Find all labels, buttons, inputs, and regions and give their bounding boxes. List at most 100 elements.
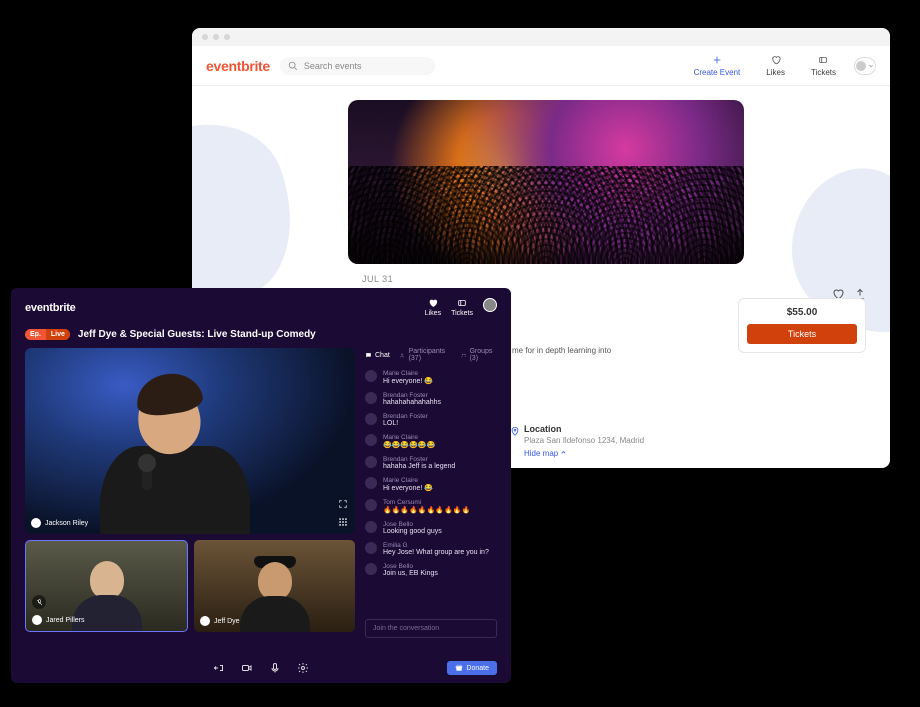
- mic-icon: [269, 662, 281, 674]
- chat-input[interactable]: Join the conversation: [365, 619, 497, 638]
- account-menu[interactable]: [854, 57, 876, 75]
- avatar-icon: [200, 616, 210, 626]
- users-icon: [400, 352, 406, 359]
- live-toolbar: [11, 653, 511, 683]
- chat-author: Jose Bello: [383, 563, 438, 570]
- grid-button[interactable]: [337, 516, 349, 528]
- chat-text: Hi everyone! 😂: [383, 377, 433, 385]
- main-video[interactable]: Jackson Riley: [25, 348, 355, 534]
- chat-message: Marie ClaireHi everyone! 😂: [365, 370, 497, 385]
- leave-button[interactable]: [212, 661, 226, 675]
- search-input[interactable]: Search events: [280, 57, 435, 75]
- traffic-light-min[interactable]: [213, 34, 219, 40]
- nav-tickets[interactable]: Tickets: [803, 54, 844, 77]
- location-address: Plaza San Ildefonso 1234, Madrid: [524, 436, 644, 445]
- avatar-icon: [365, 456, 377, 468]
- chat-author: Brendan Foster: [383, 392, 441, 399]
- chat-message: Jose BelloJoin us, EB Kings: [365, 563, 497, 577]
- chat-text: hahaha Jeff is a legend: [383, 463, 455, 470]
- nav-likes-label: Likes: [425, 310, 441, 317]
- exit-icon: [213, 662, 225, 674]
- chat-author: Brendan Foster: [383, 413, 428, 420]
- map-pin-icon: [510, 426, 520, 436]
- gift-icon: [455, 664, 463, 672]
- nav-likes[interactable]: Likes: [758, 54, 793, 77]
- chat-text: hahahahahahahhs: [383, 399, 441, 406]
- gear-icon: [297, 662, 309, 674]
- chat-author: Jose Bello: [383, 521, 442, 528]
- chat-author: Marie Claire: [383, 434, 435, 441]
- event-hero-image: [348, 100, 744, 264]
- participant-video[interactable]: Jeff Dye: [194, 540, 355, 632]
- account-menu[interactable]: [483, 298, 497, 317]
- nav-create-label: Create Event: [694, 68, 741, 77]
- tab-chat[interactable]: Chat: [365, 348, 390, 362]
- heart-icon: [770, 54, 782, 66]
- chat-message: Brendan Fosterhahahahahahahhs: [365, 392, 497, 406]
- nav-tickets-label: Tickets: [451, 310, 473, 317]
- tickets-button[interactable]: Tickets: [747, 324, 857, 344]
- chat-text: Hi everyone! 😂: [383, 484, 433, 492]
- camera-button[interactable]: [240, 661, 254, 675]
- chat-text: Join us, EB Kings: [383, 570, 438, 577]
- heart-icon: [428, 298, 438, 308]
- event-description: me for in depth learning into: [512, 346, 712, 355]
- mute-indicator: [32, 595, 46, 609]
- nav-tickets[interactable]: Tickets: [451, 298, 473, 317]
- avatar-icon: [365, 477, 377, 489]
- grid-icon: [338, 517, 348, 527]
- avatar-icon: [365, 542, 377, 554]
- search-placeholder: Search events: [304, 61, 362, 71]
- avatar-icon: [365, 499, 377, 511]
- avatar-icon: [365, 413, 377, 425]
- donate-button[interactable]: Donate: [447, 661, 497, 675]
- badge-live: Live: [46, 329, 70, 340]
- nav-likes-label: Likes: [766, 68, 785, 77]
- chevron-down-icon: [868, 63, 874, 69]
- traffic-light-max[interactable]: [224, 34, 230, 40]
- event-date: JUL 31: [362, 274, 866, 284]
- avatar-icon: [365, 370, 377, 382]
- avatar-icon: [856, 61, 866, 71]
- nav-create-event[interactable]: Create Event: [686, 54, 749, 77]
- stream-title: Jeff Dye & Special Guests: Live Stand-up…: [78, 329, 316, 340]
- chevron-up-icon: [560, 449, 567, 456]
- settings-button[interactable]: [296, 661, 310, 675]
- avatar-icon: [32, 615, 42, 625]
- avatar-icon: [365, 521, 377, 533]
- chat-text: LOL!: [383, 420, 428, 427]
- chat-author: Marie Claire: [383, 370, 433, 377]
- eventbrite-logo[interactable]: eventbrite: [25, 302, 76, 314]
- traffic-light-close[interactable]: [202, 34, 208, 40]
- badge-episode: Ep.: [25, 329, 46, 340]
- mic-off-icon: [36, 599, 43, 606]
- chat-message: Jose BelloLooking good guys: [365, 521, 497, 535]
- eventbrite-logo[interactable]: eventbrite: [206, 58, 270, 74]
- location-label: Location: [524, 424, 644, 434]
- tab-participants[interactable]: Participants (37): [400, 348, 451, 362]
- price-card: $55.00 Tickets: [738, 298, 866, 353]
- chat-message: Brendan Fosterhahaha Jeff is a legend: [365, 456, 497, 470]
- participant-name: Jeff Dye: [214, 618, 240, 625]
- hide-map-toggle[interactable]: Hide map: [524, 449, 644, 458]
- mic-button[interactable]: [268, 661, 282, 675]
- chat-author: Brendan Foster: [383, 456, 455, 463]
- chat-text: 🔥🔥🔥🔥🔥🔥🔥🔥🔥🔥: [383, 506, 470, 514]
- chat-author: Marie Claire: [383, 477, 433, 484]
- plus-icon: [711, 54, 723, 66]
- speaker-name: Jackson Riley: [45, 520, 88, 527]
- avatar-icon: [483, 298, 497, 312]
- participant-video[interactable]: Jared Pillers: [25, 540, 188, 632]
- search-icon: [288, 61, 298, 71]
- chat-tabs: Chat Participants (37) Groups (3): [365, 348, 497, 362]
- chat-message: Marie Claire😂😂😂😂😂😂: [365, 434, 497, 449]
- expand-icon: [338, 499, 348, 509]
- expand-button[interactable]: [337, 498, 349, 510]
- participant-name-chip: Jared Pillers: [32, 615, 85, 625]
- event-price: $55.00: [747, 307, 857, 318]
- tab-groups[interactable]: Groups (3): [461, 348, 497, 362]
- chat-icon: [365, 352, 372, 359]
- nav-likes[interactable]: Likes: [425, 298, 441, 317]
- chat-author: Emilia G: [383, 542, 489, 549]
- chat-message: Marie ClaireHi everyone! 😂: [365, 477, 497, 492]
